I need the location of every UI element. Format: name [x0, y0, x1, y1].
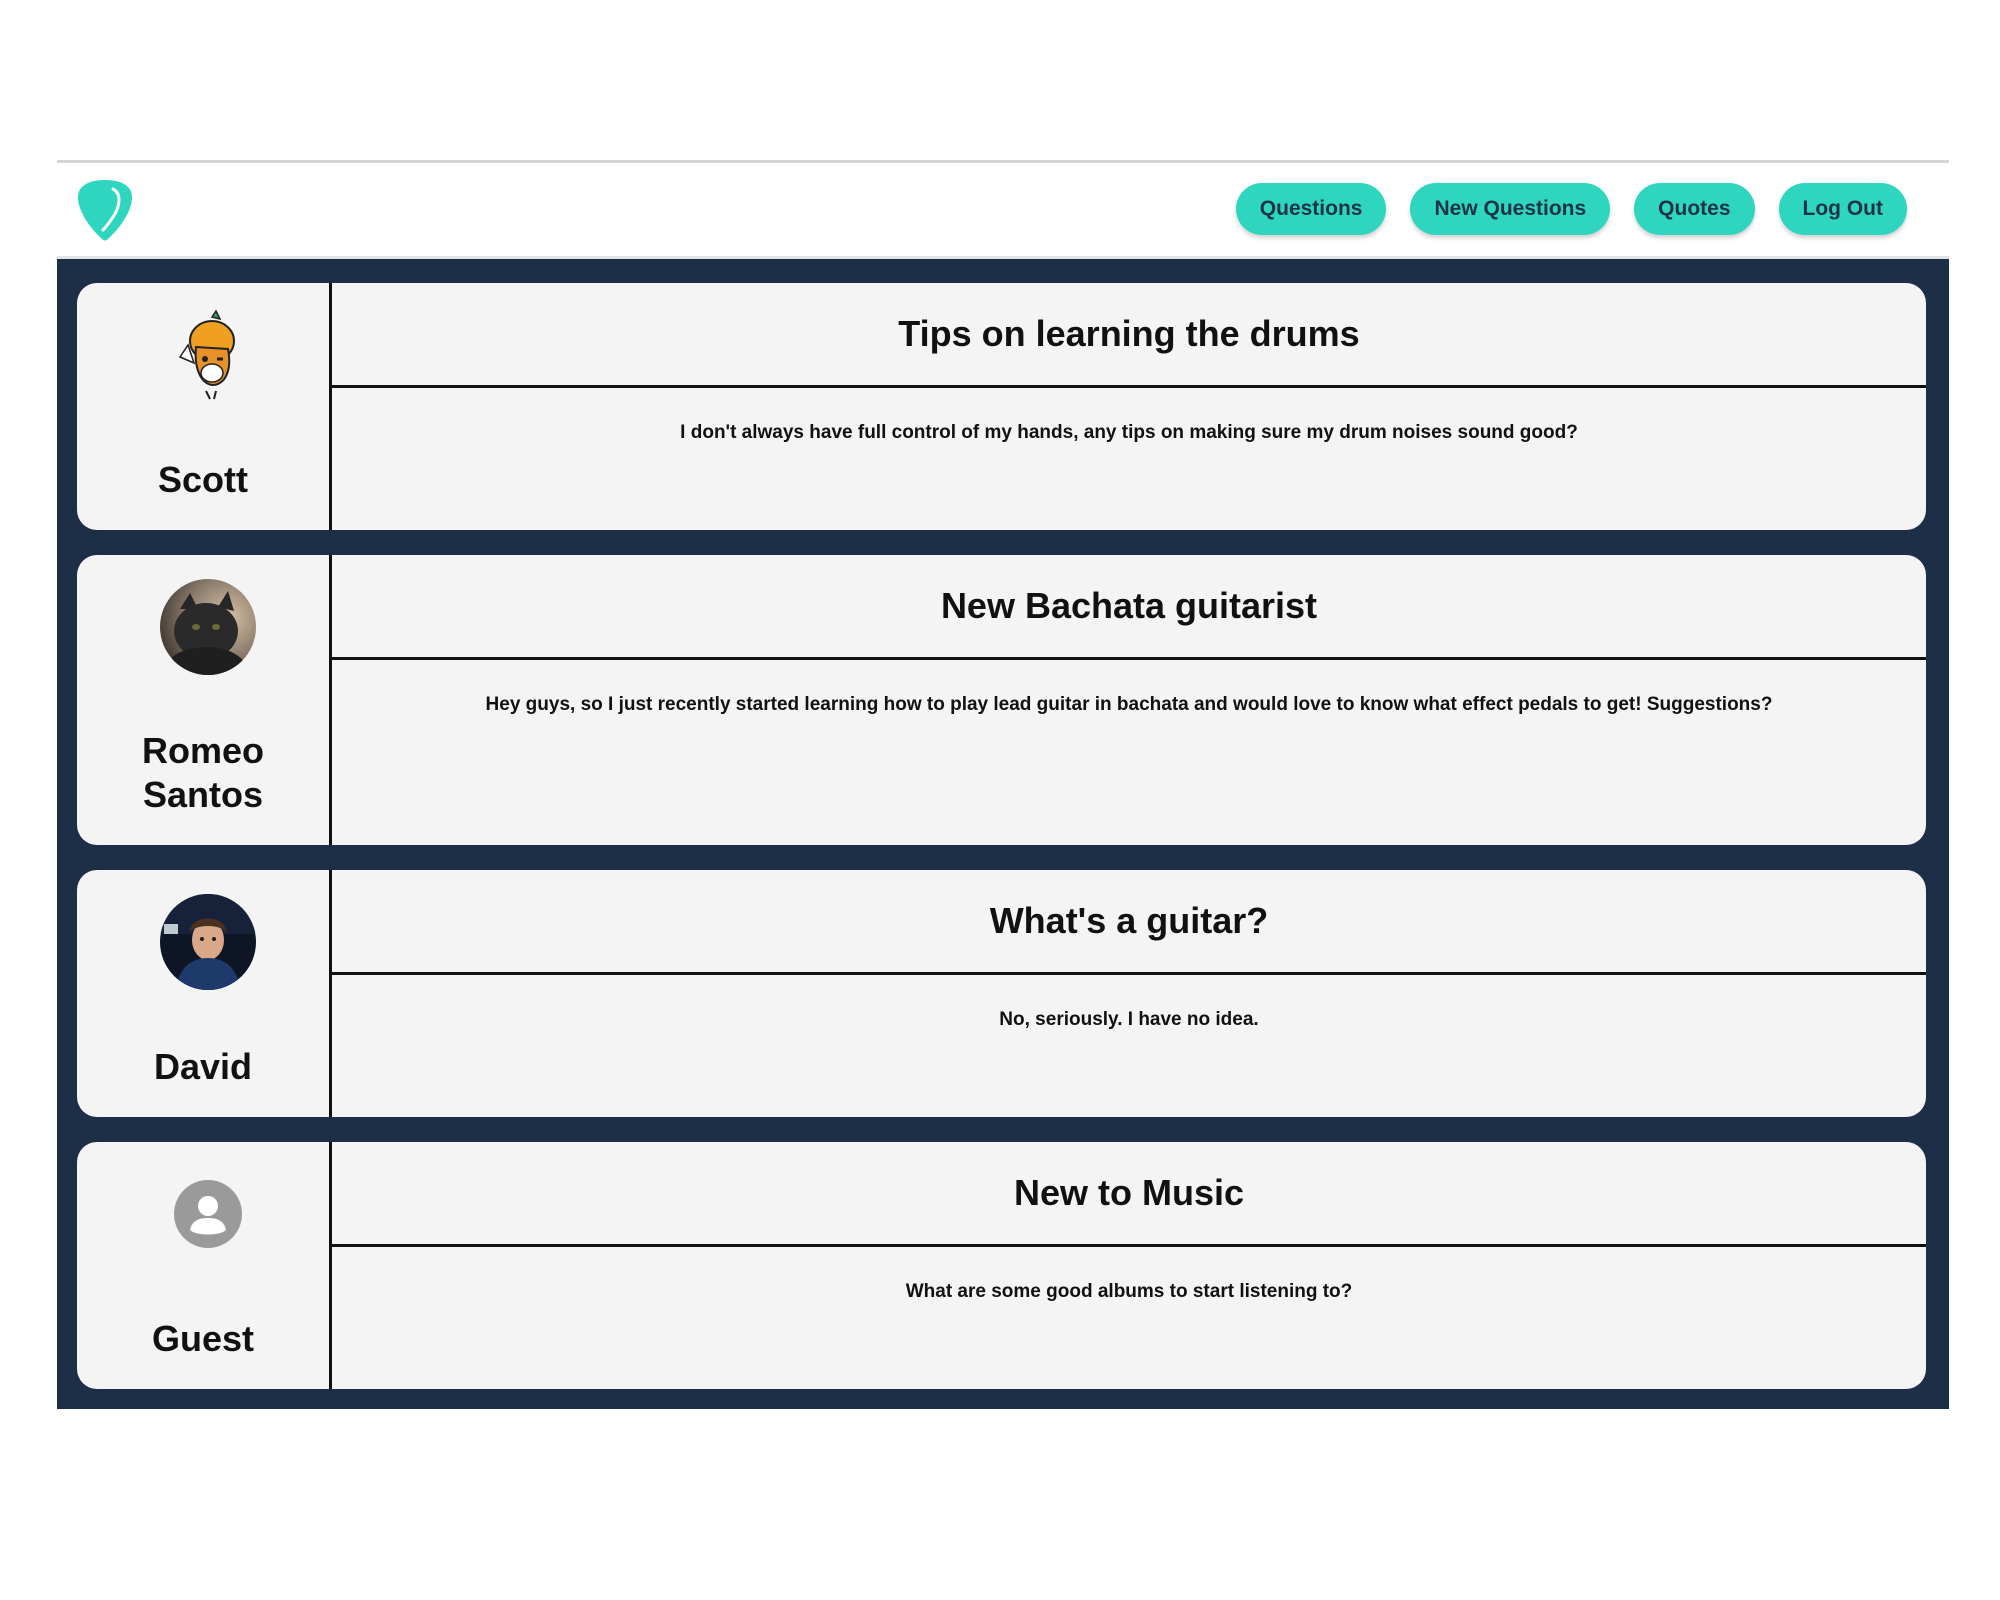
question-body: No, seriously. I have no idea. [999, 1009, 1259, 1030]
question-card[interactable]: Romeo Santos New Bachata guitarist Hey g… [77, 555, 1926, 845]
person-photo-avatar-icon[interactable] [160, 894, 256, 990]
app-frame: Questions New Questions Quotes Log Out S… [57, 160, 1949, 1409]
question-content: What's a guitar? No, seriously. I have n… [332, 870, 1926, 1117]
new-questions-button[interactable]: New Questions [1410, 183, 1611, 235]
guitar-pick-logo-icon[interactable] [75, 177, 135, 243]
question-card[interactable]: David What's a guitar? No, seriously. I … [77, 870, 1926, 1117]
question-title[interactable]: New to Music [332, 1142, 1926, 1247]
question-body: What are some good albums to start liste… [905, 1281, 1353, 1302]
question-content: New Bachata guitarist Hey guys, so I jus… [332, 555, 1926, 845]
navbar: Questions New Questions Quotes Log Out [57, 163, 1949, 259]
author-panel: Guest [77, 1142, 332, 1389]
question-card[interactable]: Scott Tips on learning the drums I don't… [77, 283, 1926, 530]
author-name: Romeo Santos [141, 730, 264, 815]
author-name: David [153, 1046, 253, 1087]
question-content: New to Music What are some good albums t… [332, 1142, 1926, 1389]
default-user-icon[interactable] [160, 1166, 256, 1262]
log-out-button[interactable]: Log Out [1778, 183, 1907, 235]
author-panel: Romeo Santos [77, 555, 332, 845]
question-feed: Scott Tips on learning the drums I don't… [57, 259, 1949, 1409]
question-title[interactable]: What's a guitar? [332, 870, 1926, 975]
author-name: Scott [158, 459, 248, 500]
question-content: Tips on learning the drums I don't alway… [332, 283, 1926, 530]
nav-button-group: Questions New Questions Quotes Log Out [1235, 183, 1907, 235]
author-panel: Scott [77, 283, 332, 530]
question-body: Hey guys, so I just recently started lea… [485, 694, 1773, 715]
question-title[interactable]: Tips on learning the drums [332, 283, 1926, 388]
author-panel: David [77, 870, 332, 1117]
question-title[interactable]: New Bachata guitarist [332, 555, 1926, 660]
quotes-button[interactable]: Quotes [1634, 183, 1755, 235]
cat-photo-avatar-icon[interactable] [160, 579, 256, 675]
question-body: I don't always have full control of my h… [680, 422, 1578, 443]
cartoon-fox-avatar-icon[interactable] [160, 307, 256, 403]
questions-button[interactable]: Questions [1235, 183, 1387, 235]
author-name: Guest [151, 1318, 255, 1359]
question-card[interactable]: Guest New to Music What are some good al… [77, 1142, 1926, 1389]
